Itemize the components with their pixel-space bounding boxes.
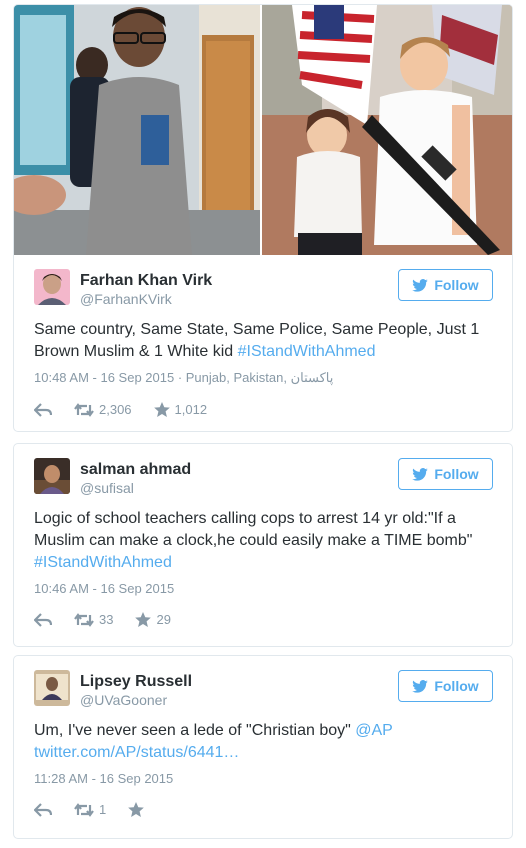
retweet-icon	[74, 402, 94, 417]
display-name[interactable]: Lipsey Russell	[80, 673, 192, 691]
tweet-text-line: Logic of school teachers calling cops to…	[34, 510, 456, 527]
retweet-icon	[74, 802, 94, 817]
retweet-icon	[74, 612, 94, 627]
follow-label: Follow	[434, 678, 479, 694]
retweet-action[interactable]: 33	[74, 612, 113, 627]
tweet-actions: 33 29	[34, 612, 492, 627]
reply-action[interactable]	[34, 402, 52, 417]
tweet-text-line: Muslim can make a clock,he could easily …	[34, 532, 473, 549]
tweet-text-line: Brown Muslim & 1 White kid	[34, 343, 238, 360]
user-handle[interactable]: @FarhanKVirk	[80, 291, 172, 307]
avatar-image	[34, 269, 70, 305]
follow-label: Follow	[434, 466, 479, 482]
bird-icon	[412, 467, 429, 481]
url-link[interactable]: twitter.com/AP/status/6441…	[34, 744, 239, 761]
avatar[interactable]	[34, 269, 70, 305]
hashtag-link[interactable]: #IStandWithAhmed	[238, 343, 376, 360]
photo-school-hallway-image	[14, 5, 261, 255]
follow-button[interactable]: Follow	[398, 670, 493, 702]
photo-school-hallway[interactable]	[14, 5, 261, 255]
tweet-body: Lipsey Russell @UVaGooner Follow Um, I'v…	[14, 656, 512, 817]
avatar-image	[34, 458, 70, 494]
favorite-action[interactable]: 29	[135, 612, 171, 627]
user-handle[interactable]: @UVaGooner	[80, 692, 167, 708]
reply-icon	[34, 612, 52, 627]
reply-icon	[34, 402, 52, 417]
follow-button[interactable]: Follow	[398, 269, 493, 301]
favorite-action[interactable]	[128, 802, 149, 817]
avatar[interactable]	[34, 458, 70, 494]
tweet-text: Same country, Same State, Same Police, S…	[34, 319, 492, 363]
tweet-body: Farhan Khan Virk @FarhanKVirk Follow Sam…	[14, 255, 512, 417]
tweet-header: Farhan Khan Virk @FarhanKVirk Follow	[34, 255, 493, 307]
follow-button[interactable]: Follow	[398, 458, 493, 490]
tweet-header: Lipsey Russell @UVaGooner Follow	[34, 656, 493, 708]
tweet-card: salman ahmad @sufisal Follow Logic of sc…	[13, 443, 513, 647]
tweet-header: salman ahmad @sufisal Follow	[34, 444, 493, 496]
avatar[interactable]	[34, 670, 70, 706]
display-name[interactable]: Farhan Khan Virk	[80, 272, 212, 290]
user-handle[interactable]: @sufisal	[80, 480, 134, 496]
tweet-text-line: Same country, Same State, Same Police, S…	[34, 321, 480, 338]
reply-action[interactable]	[34, 802, 52, 817]
favorite-action[interactable]: 1,012	[153, 402, 208, 417]
tweet-body: salman ahmad @sufisal Follow Logic of sc…	[14, 444, 512, 627]
photo-boy-with-rifle[interactable]	[262, 5, 512, 255]
tweet-card: Farhan Khan Virk @FarhanKVirk Follow Sam…	[13, 4, 513, 432]
reply-icon	[34, 802, 52, 817]
photo-boy-with-rifle-image	[262, 5, 512, 255]
tweet-text-line: Um, I've never seen a lede of "Christian…	[34, 722, 356, 739]
bird-icon	[412, 278, 429, 292]
retweet-count: 2,306	[99, 402, 132, 417]
hashtag-link[interactable]: #IStandWithAhmed	[34, 554, 172, 571]
tweet-actions: 1	[34, 802, 492, 817]
retweet-count: 33	[99, 612, 114, 627]
avatar-image	[34, 670, 70, 706]
favorite-count: 29	[156, 612, 171, 627]
follow-label: Follow	[434, 277, 479, 293]
tweet-card: Lipsey Russell @UVaGooner Follow Um, I'v…	[13, 655, 513, 839]
retweet-count: 1	[99, 802, 107, 817]
bird-icon	[412, 679, 429, 693]
retweet-action[interactable]: 1	[74, 802, 106, 817]
star-icon	[128, 802, 145, 817]
retweet-action[interactable]: 2,306	[74, 402, 132, 417]
star-icon	[135, 612, 152, 627]
mention-link[interactable]: @AP	[355, 722, 393, 739]
tweet-actions: 2,306 1,012	[34, 402, 492, 417]
tweet-text: Logic of school teachers calling cops to…	[34, 508, 492, 574]
tweet-text: Um, I've never seen a lede of "Christian…	[34, 720, 492, 764]
display-name[interactable]: salman ahmad	[80, 461, 191, 479]
tweet-timestamp[interactable]: 11:28 AM - 16 Sep 2015	[34, 771, 492, 786]
tweet-media[interactable]	[14, 5, 512, 255]
favorite-count: 1,012	[174, 402, 208, 417]
star-icon	[153, 402, 170, 417]
reply-action[interactable]	[34, 612, 52, 627]
tweet-timestamp[interactable]: 10:46 AM - 16 Sep 2015	[34, 581, 492, 596]
tweet-timestamp[interactable]: 10:48 AM - 16 Sep 2015 · Punjab, Pakista…	[34, 370, 492, 386]
